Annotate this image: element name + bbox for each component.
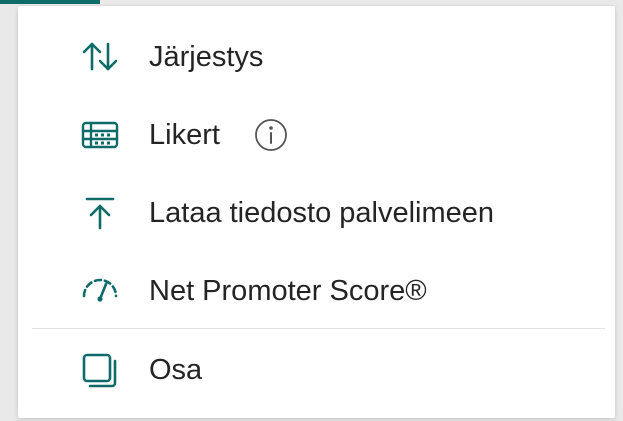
top-accent-bar bbox=[0, 0, 100, 4]
info-icon[interactable] bbox=[253, 117, 289, 153]
menu-item-label: Lataa tiedosto palvelimeen bbox=[149, 196, 495, 229]
insert-question-menu: Järjestys Likert Lataa tiedosto palvelim… bbox=[18, 6, 615, 418]
menu-item-label: Likert bbox=[149, 118, 220, 151]
section-icon bbox=[78, 348, 122, 392]
menu-item-label: Net Promoter Score® bbox=[149, 274, 427, 307]
likert-grid-icon bbox=[78, 113, 122, 157]
upload-icon bbox=[78, 191, 122, 235]
sort-arrows-icon bbox=[78, 35, 122, 79]
menu-item-likert[interactable]: Likert bbox=[18, 96, 615, 174]
menu-item-net-promoter-score[interactable]: Net Promoter Score® bbox=[18, 252, 615, 330]
menu-item-label: Osa bbox=[149, 353, 203, 386]
menu-item-section[interactable]: Osa bbox=[18, 331, 615, 409]
menu-divider bbox=[32, 328, 605, 329]
menu-item-file-upload[interactable]: Lataa tiedosto palvelimeen bbox=[18, 174, 615, 252]
gauge-icon bbox=[78, 269, 122, 313]
menu-item-ranking[interactable]: Järjestys bbox=[18, 18, 615, 96]
menu-item-label: Järjestys bbox=[149, 40, 264, 73]
